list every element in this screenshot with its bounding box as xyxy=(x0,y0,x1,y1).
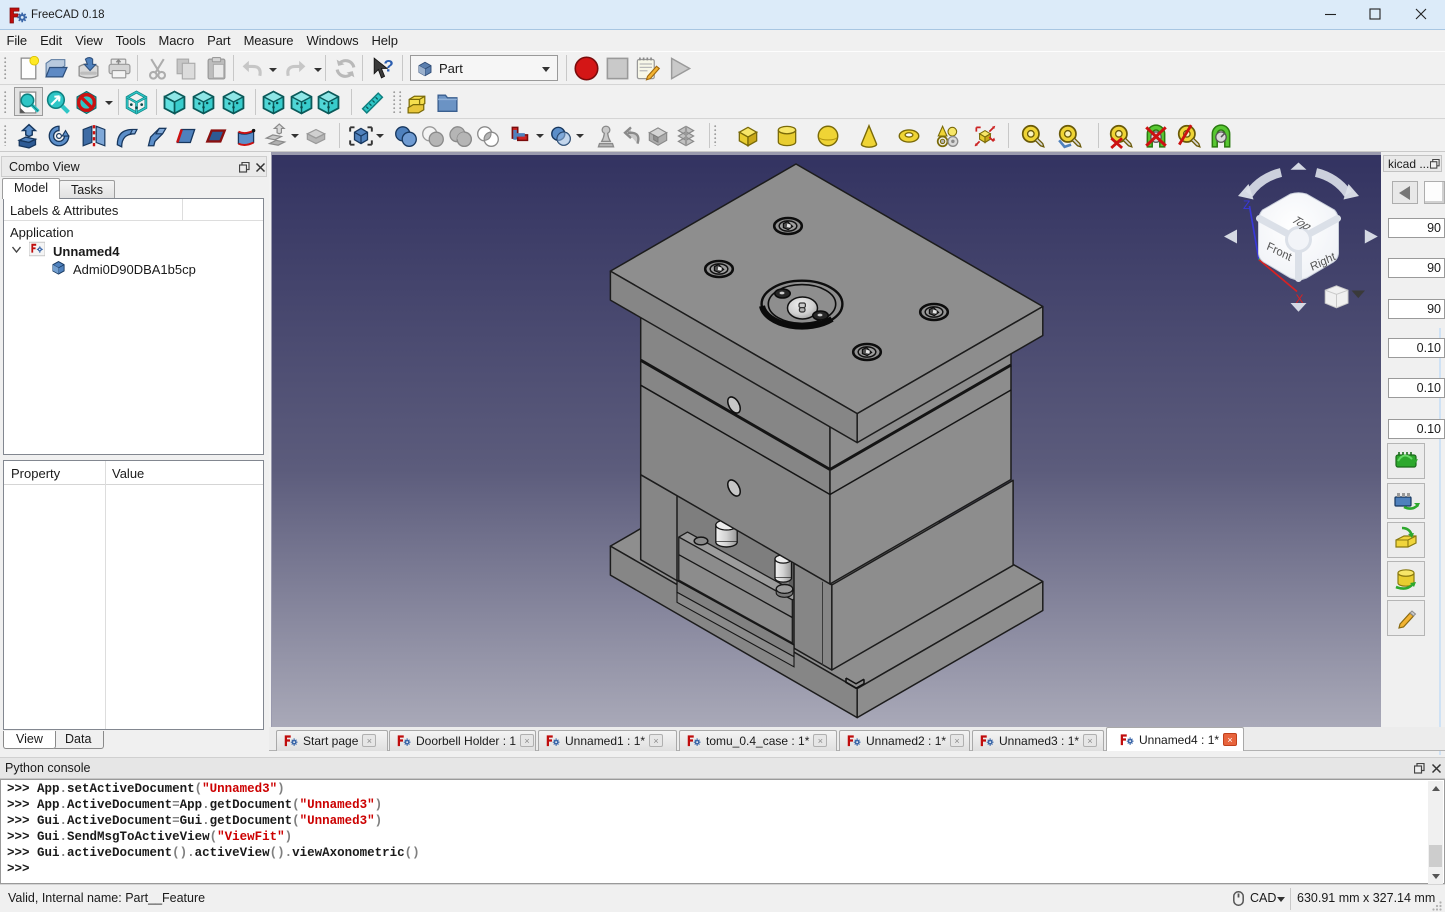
svg-text:X: X xyxy=(1296,292,1304,306)
svg-text:Z: Z xyxy=(1243,198,1250,212)
svg-text:?: ? xyxy=(384,57,394,76)
